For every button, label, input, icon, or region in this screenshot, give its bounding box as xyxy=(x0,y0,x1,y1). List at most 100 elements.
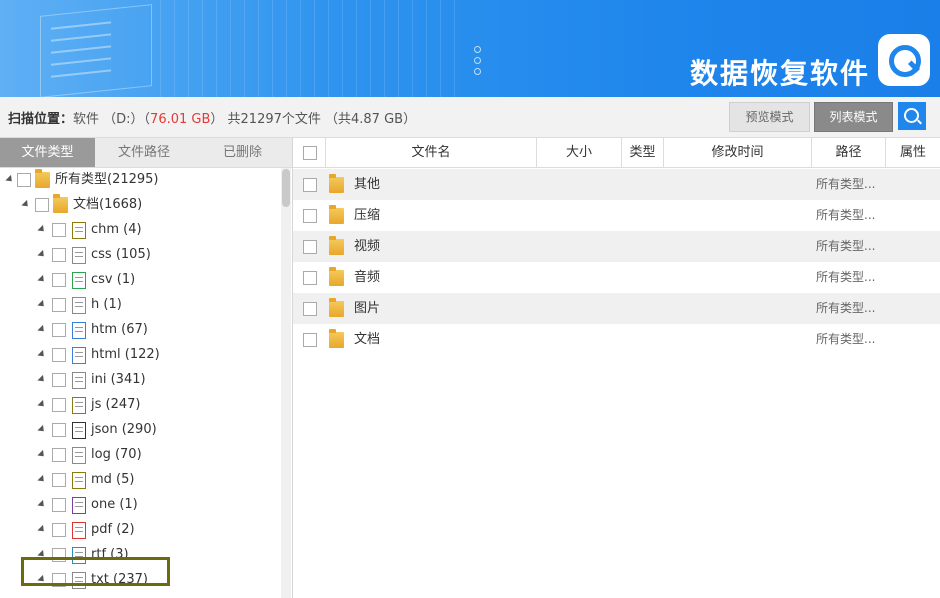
checkbox[interactable] xyxy=(52,473,66,487)
expand-arrow-icon[interactable] xyxy=(37,224,47,235)
tree-item-label: pdf (2) xyxy=(91,522,135,537)
folder-icon xyxy=(329,329,344,348)
tree-item-chm[interactable]: chm (4) xyxy=(0,219,280,241)
list-mode-button[interactable]: 列表模式 xyxy=(814,102,893,132)
checkbox[interactable] xyxy=(52,498,66,512)
checkbox[interactable] xyxy=(35,198,49,212)
checkbox[interactable] xyxy=(52,248,66,262)
html-file-icon xyxy=(72,347,86,364)
column-header-modified[interactable]: 修改时间 xyxy=(663,138,811,167)
row-name: 视频 xyxy=(354,239,381,254)
tree-item-ini[interactable]: ini (341) xyxy=(0,369,280,391)
expand-arrow-icon[interactable] xyxy=(37,349,47,360)
column-header-type[interactable]: 类型 xyxy=(621,138,663,167)
banner-decoration xyxy=(40,4,152,97)
tree-item-label: css (105) xyxy=(91,247,151,262)
table-row[interactable]: 压缩 所有类型... xyxy=(293,200,940,231)
checkbox[interactable] xyxy=(17,173,31,187)
checkbox[interactable] xyxy=(52,373,66,387)
row-path: 所有类型... xyxy=(816,239,876,253)
checkbox[interactable] xyxy=(52,448,66,462)
checkbox[interactable] xyxy=(52,223,66,237)
column-header-size[interactable]: 大小 xyxy=(536,138,621,167)
tab-deleted[interactable]: 已删除 xyxy=(193,138,292,167)
row-name: 音频 xyxy=(354,270,381,285)
tree-item-label: htm (67) xyxy=(91,322,148,337)
checkbox[interactable] xyxy=(303,178,317,192)
expand-arrow-icon[interactable] xyxy=(37,399,47,410)
expand-arrow-icon[interactable] xyxy=(5,174,15,185)
file-tree-panel: 文件类型 文件路径 已删除 所有类型(21295) 文档(1668) chm (… xyxy=(0,138,293,598)
checkbox[interactable] xyxy=(303,240,317,254)
expand-arrow-icon[interactable] xyxy=(37,274,47,285)
expand-arrow-icon[interactable] xyxy=(37,324,47,335)
tree-documents[interactable]: 文档(1668) xyxy=(0,194,280,216)
ini-file-icon xyxy=(72,372,86,389)
expand-arrow-icon[interactable] xyxy=(37,499,47,510)
tree-item-label: h (1) xyxy=(91,297,122,312)
checkbox[interactable] xyxy=(52,398,66,412)
preview-mode-button[interactable]: 预览模式 xyxy=(729,102,810,132)
folder-icon xyxy=(35,169,50,188)
column-header-name[interactable]: 文件名 xyxy=(325,138,536,167)
checkbox[interactable] xyxy=(303,209,317,223)
tree-item-one[interactable]: one (1) xyxy=(0,494,280,516)
checkbox[interactable] xyxy=(52,348,66,362)
row-path: 所有类型... xyxy=(816,332,876,346)
checkbox[interactable] xyxy=(52,323,66,337)
column-header-attributes[interactable]: 属性 xyxy=(885,138,940,167)
checkbox[interactable] xyxy=(52,423,66,437)
tree-item-h[interactable]: h (1) xyxy=(0,294,280,316)
tree-item-csv[interactable]: csv (1) xyxy=(0,269,280,291)
table-row[interactable]: 文档 所有类型... xyxy=(293,324,940,355)
tree-scrollbar[interactable] xyxy=(281,168,291,598)
css-file-icon xyxy=(72,247,86,264)
expand-arrow-icon[interactable] xyxy=(37,299,47,310)
table-row[interactable]: 其他 所有类型... xyxy=(293,169,940,200)
tree-item-log[interactable]: log (70) xyxy=(0,444,280,466)
expand-arrow-icon[interactable] xyxy=(37,249,47,260)
row-name: 图片 xyxy=(354,301,381,316)
expand-arrow-icon[interactable] xyxy=(37,424,47,435)
expand-arrow-icon[interactable] xyxy=(37,474,47,485)
file-list-panel: 文件名 大小 类型 修改时间 路径 属性 其他 所有类型... 压缩 所有类型...… xyxy=(293,138,940,598)
tree-item-label: one (1) xyxy=(91,497,138,512)
expand-arrow-icon[interactable] xyxy=(21,199,31,210)
scrollbar-thumb[interactable] xyxy=(282,169,290,207)
tree-item-json[interactable]: json (290) xyxy=(0,419,280,441)
expand-arrow-icon[interactable] xyxy=(37,374,47,385)
column-header-path[interactable]: 路径 xyxy=(811,138,885,167)
table-row[interactable]: 图片 所有类型... xyxy=(293,293,940,324)
tree-item-label: html (122) xyxy=(91,347,160,362)
folder-icon xyxy=(329,174,344,193)
select-all-checkbox[interactable] xyxy=(303,146,317,160)
search-icon[interactable] xyxy=(898,102,926,130)
table-row[interactable]: 音频 所有类型... xyxy=(293,262,940,293)
js-file-icon xyxy=(72,397,86,414)
tree-item-html[interactable]: html (122) xyxy=(0,344,280,366)
tree-item-label: ini (341) xyxy=(91,372,146,387)
tab-file-type[interactable]: 文件类型 xyxy=(0,138,95,167)
tree-item-css[interactable]: css (105) xyxy=(0,244,280,266)
tree-root[interactable]: 所有类型(21295) xyxy=(0,169,280,191)
checkbox[interactable] xyxy=(303,302,317,316)
banner-lines xyxy=(160,0,460,97)
expand-arrow-icon[interactable] xyxy=(37,449,47,460)
tree-item-pdf[interactable]: pdf (2) xyxy=(0,519,280,541)
checkbox[interactable] xyxy=(52,523,66,537)
row-path: 所有类型... xyxy=(816,270,876,284)
table-row[interactable]: 视频 所有类型... xyxy=(293,231,940,262)
pdf-file-icon xyxy=(72,522,86,539)
tree-item-md[interactable]: md (5) xyxy=(0,469,280,491)
tab-file-path[interactable]: 文件路径 xyxy=(95,138,193,167)
tree-item-htm[interactable]: htm (67) xyxy=(0,319,280,341)
tree-item-js[interactable]: js (247) xyxy=(0,394,280,416)
checkbox[interactable] xyxy=(303,271,317,285)
checkbox[interactable] xyxy=(303,333,317,347)
scan-info-bar: 扫描位置：软件 （D:）（76.01 GB） 共21297个文件 （共4.87 … xyxy=(0,97,940,138)
expand-arrow-icon[interactable] xyxy=(37,524,47,535)
tree-item-label: csv (1) xyxy=(91,272,136,287)
checkbox[interactable] xyxy=(52,273,66,287)
checkbox[interactable] xyxy=(52,298,66,312)
left-tabs: 文件类型 文件路径 已删除 xyxy=(0,138,292,168)
